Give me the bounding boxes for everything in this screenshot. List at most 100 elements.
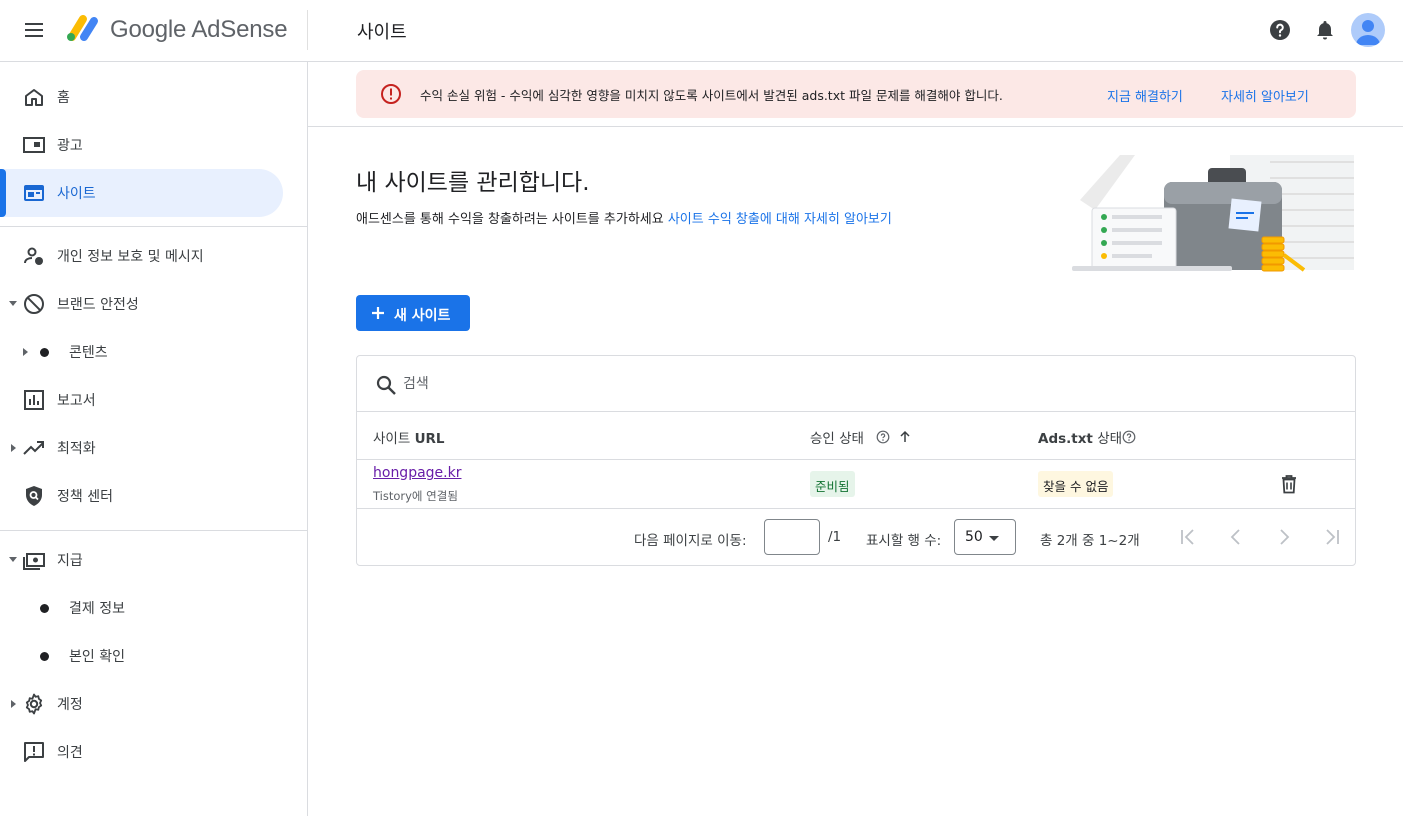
account-avatar[interactable] [1351, 13, 1385, 47]
sidebar-item-feedback[interactable]: 의견 [0, 728, 283, 776]
header-divider [307, 10, 308, 50]
policy-shield-icon [22, 484, 46, 508]
sidebar-item-payments[interactable]: 지급 [0, 536, 283, 584]
column-header-text: 사이트 [373, 431, 411, 447]
help-icon[interactable] [1268, 18, 1292, 42]
plus-icon [370, 305, 386, 321]
sidebar-item-reports[interactable]: 보고서 [0, 376, 283, 424]
column-header-text-bold: URL [414, 431, 445, 447]
new-site-button[interactable]: 새 사이트 [356, 295, 470, 331]
sidebar-item-label: 계정 [57, 697, 83, 713]
sidebar-item-label: 결제 정보 [69, 601, 125, 617]
site-platform-text: Tistory에 연결됨 [373, 489, 458, 503]
sidebar-item-payment-info[interactable]: 결제 정보 [0, 584, 283, 632]
sidebar-item-label: 광고 [57, 138, 83, 154]
learn-more-link[interactable]: 자세히 알아보기 [1221, 86, 1309, 105]
approval-status-badge: 준비됨 [810, 471, 855, 497]
table-divider [357, 411, 1355, 412]
main-subtitle: 애드센스를 통해 수익을 창출하려는 사이트를 추가하세요 사이트 수익 창출에… [356, 208, 892, 227]
rows-per-page-select[interactable]: 50 [954, 519, 1016, 555]
sidebar-item-label: 사이트 [57, 186, 96, 202]
payments-icon [22, 548, 46, 572]
fix-now-link[interactable]: 지금 해결하기 [1107, 86, 1183, 105]
delete-trash-icon[interactable] [1278, 473, 1300, 495]
sidebar-nav: 홈 광고 사이트 개인 정보 보호 및 메시지 브랜드 안전성 콘텐츠 보고서 … [0, 62, 308, 816]
home-icon [22, 85, 46, 109]
column-header-text: 승인 상태 [810, 431, 864, 447]
subtitle-text: 애드센스를 통해 수익을 창출하려는 사이트를 추가하세요 [356, 212, 664, 227]
help-outline-icon[interactable] [876, 430, 890, 444]
ads-txt-status-badge: 찾을 수 없음 [1038, 471, 1114, 497]
sidebar-divider [0, 226, 307, 227]
sidebar-item-label: 의견 [57, 745, 83, 761]
expand-caret-icon[interactable] [11, 444, 16, 452]
warning-message: 수익 손실 위험 - 수익에 심각한 영향을 미치지 않도록 사이트에서 발견된… [420, 88, 1003, 103]
sites-table-card: 사이트 URL 승인 상태 Ads.txt 상태 hongpage.kr Tis… [356, 355, 1356, 566]
sidebar-item-sites[interactable]: 사이트 [0, 169, 283, 217]
column-header-site-url[interactable]: 사이트 URL [373, 427, 445, 447]
content-divider [308, 126, 1403, 127]
expand-caret-icon[interactable] [23, 348, 28, 356]
sidebar-item-brand-safety[interactable]: 브랜드 안전성 [0, 280, 283, 328]
expand-caret-icon[interactable] [9, 557, 17, 562]
expand-caret-icon[interactable] [9, 301, 17, 306]
sidebar-item-label: 개인 정보 보호 및 메시지 [57, 249, 204, 265]
total-pages-text: /1 [828, 529, 842, 545]
monetization-learn-more-link[interactable]: 사이트 수익 창출에 대해 자세히 알아보기 [668, 212, 892, 227]
goto-page-input[interactable] [764, 519, 820, 555]
menu-icon[interactable] [22, 18, 46, 42]
next-page-icon[interactable] [1273, 526, 1295, 548]
sites-icon [22, 181, 46, 205]
sidebar-item-label: 보고서 [57, 393, 96, 409]
table-divider [357, 508, 1355, 509]
reports-icon [22, 388, 46, 412]
expand-caret-icon[interactable] [11, 700, 16, 708]
sidebar-item-optimization[interactable]: 최적화 [0, 424, 283, 472]
notifications-bell-icon[interactable] [1313, 18, 1337, 42]
logo-text: Google AdSense [110, 16, 288, 43]
sidebar-item-label: 홈 [57, 90, 70, 106]
sidebar-item-content[interactable]: 콘텐츠 [0, 328, 283, 376]
briefcase-illustration [1070, 150, 1356, 275]
pagination-summary: 총 2개 중 1~2개 [1040, 533, 1140, 549]
site-url-link[interactable]: hongpage.kr [373, 465, 461, 481]
search-input[interactable] [403, 370, 1003, 398]
sidebar-item-policy-center[interactable]: 정책 센터 [0, 472, 283, 520]
sidebar-item-label: 브랜드 안전성 [57, 297, 139, 313]
goto-page-label: 다음 페이지로 이동: [634, 533, 747, 549]
adsense-logo-icon [65, 13, 101, 45]
previous-page-icon[interactable] [1225, 526, 1247, 548]
bullet-icon [40, 604, 49, 613]
bullet-icon [40, 348, 49, 357]
sidebar-item-verification[interactable]: 본인 확인 [0, 632, 283, 680]
top-app-bar: Google AdSense 사이트 [0, 0, 1403, 62]
table-divider [357, 459, 1355, 460]
dropdown-arrow-icon [989, 536, 999, 541]
rows-per-page-label: 표시할 행 수: [866, 533, 942, 549]
privacy-messaging-icon [22, 244, 46, 268]
sidebar-item-privacy-messaging[interactable]: 개인 정보 보호 및 메시지 [0, 232, 283, 280]
sidebar-item-label: 콘텐츠 [69, 345, 108, 361]
last-page-icon[interactable] [1321, 526, 1343, 548]
new-site-button-label: 새 사이트 [394, 308, 451, 324]
feedback-icon [22, 740, 46, 764]
sidebar-item-label: 최적화 [57, 441, 96, 457]
trending-icon [22, 436, 46, 460]
error-icon [380, 83, 402, 105]
sort-arrow-up-icon[interactable] [898, 430, 912, 444]
column-header-approval-status[interactable]: 승인 상태 [810, 427, 864, 447]
column-header-ads-txt-status[interactable]: Ads.txt 상태 [1038, 427, 1122, 447]
main-heading: 내 사이트를 관리합니다. [356, 170, 590, 196]
sidebar-item-home[interactable]: 홈 [0, 73, 283, 121]
help-outline-icon[interactable] [1122, 430, 1136, 444]
first-page-icon[interactable] [1177, 526, 1199, 548]
sidebar-divider [0, 530, 307, 531]
sidebar-item-label: 정책 센터 [57, 489, 113, 505]
gear-icon [22, 692, 46, 716]
ads-icon [22, 133, 46, 157]
sidebar-item-label: 본인 확인 [69, 649, 125, 665]
sidebar-item-account[interactable]: 계정 [0, 680, 283, 728]
ads-txt-warning-banner: 수익 손실 위험 - 수익에 심각한 영향을 미치지 않도록 사이트에서 발견된… [356, 70, 1356, 118]
search-icon [375, 374, 397, 396]
sidebar-item-ads[interactable]: 광고 [0, 121, 283, 169]
